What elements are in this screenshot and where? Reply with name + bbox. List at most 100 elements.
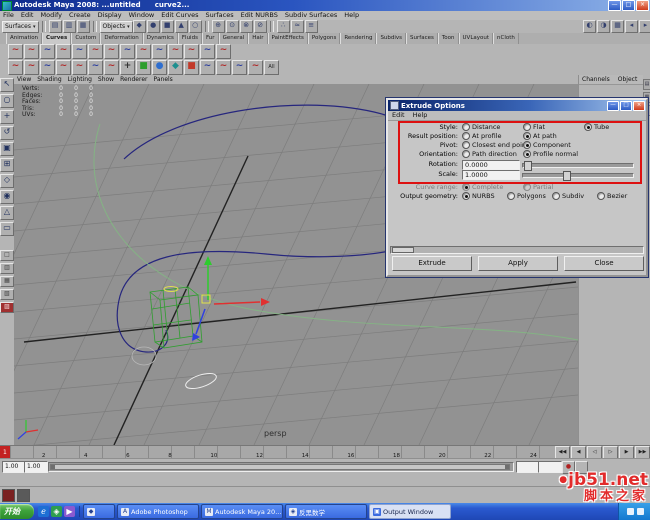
shelf-curve-icon[interactable]: ∼ (8, 44, 23, 59)
radio-icon[interactable] (523, 141, 531, 149)
layout-shortcut-icon[interactable]: ▦ (0, 276, 14, 287)
tool-icon[interactable]: ⊞ (0, 158, 14, 172)
scale-slider[interactable] (522, 171, 634, 181)
shelf-tab[interactable]: Custom (71, 33, 101, 44)
dialog-scrollbar[interactable] (390, 246, 644, 254)
shelf-curve-icon[interactable]: ∼ (216, 44, 231, 59)
sidebar-toggle-icon[interactable]: ▸ (639, 20, 650, 33)
panel-menu-item[interactable]: View (17, 75, 31, 84)
shelf-tool-icon[interactable]: ∼ (200, 59, 215, 75)
radio-option[interactable]: NURBS (462, 192, 507, 202)
quick-launch-icon[interactable]: e (38, 506, 49, 517)
shelf-curve-icon[interactable]: ∼ (40, 44, 55, 59)
snap-icon[interactable]: ⊗ (239, 20, 253, 33)
tray-icon[interactable] (637, 508, 644, 515)
close-button[interactable]: Close (564, 256, 644, 271)
playback-start-field[interactable]: 1.00 (2, 461, 26, 473)
tool-icon[interactable]: ○ (0, 94, 14, 108)
radio-option[interactable]: Profile normal (523, 150, 584, 160)
panel-menu-item[interactable]: Renderer (120, 75, 147, 84)
menu-item[interactable]: Edit (21, 11, 34, 20)
script-editor-icon[interactable] (2, 489, 15, 502)
selection-mask-icon[interactable]: ◆ (132, 20, 146, 33)
shelf-curve-icon[interactable]: ∼ (88, 44, 103, 59)
radio-icon[interactable] (462, 132, 470, 140)
menu-item[interactable]: Create (69, 11, 91, 20)
dialog-minimize-icon[interactable]: — (607, 100, 619, 111)
shelf-curve-icon[interactable]: ∼ (56, 44, 71, 59)
rotation-field[interactable]: 0.0000 (462, 160, 520, 170)
rotation-slider[interactable] (522, 161, 634, 171)
shelf-tool-icon[interactable]: ■ (184, 59, 199, 75)
file-toolbar-icon[interactable]: ▦ (76, 20, 90, 33)
shelf-tab[interactable]: UVLayout (458, 33, 494, 44)
scale-field[interactable]: 1.0000 (462, 170, 520, 180)
snap-icon[interactable]: ⊕ (211, 20, 225, 33)
file-toolbar-icon[interactable]: ▥ (62, 20, 76, 33)
radio-icon[interactable] (462, 123, 470, 131)
dialog-close-icon[interactable]: × (633, 100, 645, 111)
shelf-tool-icon[interactable]: ∼ (232, 59, 247, 75)
selection-mask-icon[interactable]: ● (146, 20, 160, 33)
render-icon[interactable]: ◐ (583, 20, 596, 33)
start-button[interactable]: 开始 (0, 504, 34, 519)
selection-mask-icon[interactable]: ■ (160, 20, 174, 33)
slider-handle[interactable] (563, 171, 571, 181)
radio-icon[interactable] (552, 192, 560, 200)
shelf-curve-icon[interactable]: ∼ (168, 44, 183, 59)
tool-icon[interactable]: ▭ (0, 222, 14, 236)
shelf-curve-icon[interactable]: ∼ (200, 44, 215, 59)
shelf-tool-icon[interactable]: All (264, 59, 279, 75)
tray-icon[interactable] (627, 508, 634, 515)
tool-icon[interactable]: △ (0, 206, 14, 220)
radio-icon[interactable] (523, 123, 531, 131)
shelf-tool-icon[interactable]: ∼ (216, 59, 231, 75)
shelf-tab[interactable]: Fluids (177, 33, 202, 44)
radio-icon[interactable] (597, 192, 605, 200)
dialog-titlebar[interactable]: Extrude Options — □ × (388, 100, 646, 111)
shelf-tool-icon[interactable]: ∼ (56, 59, 71, 75)
radio-icon[interactable] (523, 150, 531, 158)
shelf-tool-icon[interactable]: ∼ (72, 59, 87, 75)
shelf-tab[interactable]: Dynamics (142, 33, 178, 44)
sidebar-toggle-icon[interactable]: ◂ (625, 20, 638, 33)
menu-item[interactable]: Modify (40, 11, 62, 20)
menu-item[interactable]: File (3, 11, 14, 20)
anim-start-field[interactable]: 1.00 (24, 461, 48, 473)
selection-mask-icon[interactable]: ○ (188, 20, 202, 33)
shelf-tab[interactable]: Hair (248, 33, 268, 44)
close-icon[interactable]: × (636, 0, 649, 11)
render-icon[interactable]: ◑ (597, 20, 610, 33)
shelf-curve-icon[interactable]: ∼ (24, 44, 39, 59)
shelf-tab[interactable]: Deformation (100, 33, 143, 44)
shelf-curve-icon[interactable]: ∼ (72, 44, 87, 59)
quick-launch-icon[interactable]: ▶ (64, 506, 75, 517)
shelf-tool-icon[interactable]: ∼ (40, 59, 55, 75)
radio-icon[interactable] (523, 183, 531, 191)
render-icon[interactable]: ▦ (611, 20, 624, 33)
extrude-button[interactable]: Extrude (392, 256, 472, 271)
radio-option[interactable]: Subdiv (552, 192, 597, 202)
snap-icon[interactable]: ⊘ (253, 20, 267, 33)
history-icon[interactable]: ≡ (304, 20, 318, 33)
shelf-curve-icon[interactable]: ∼ (184, 44, 199, 59)
shelf-curve-icon[interactable]: ∼ (136, 44, 151, 59)
dialog-maximize-icon[interactable]: □ (620, 100, 632, 111)
menu-item[interactable]: Edit Curves (161, 11, 198, 20)
shelf-tab[interactable]: nCloth (493, 33, 519, 44)
menu-item[interactable]: Help (344, 11, 359, 20)
tool-icon[interactable]: ▣ (0, 142, 14, 156)
file-toolbar-icon[interactable]: ▤ (48, 20, 62, 33)
shelf-tool-icon[interactable]: ● (152, 59, 167, 75)
shelf-tool-icon[interactable]: ∼ (88, 59, 103, 75)
panel-menu-item[interactable]: Lighting (68, 75, 92, 84)
range-handle[interactable] (50, 464, 510, 470)
quick-launch-icon[interactable]: ◈ (51, 506, 62, 517)
radio-option[interactable]: Polygons (507, 192, 552, 202)
shelf-tab[interactable]: Polygons (307, 33, 341, 44)
menu-set-dropdown[interactable]: Surfaces ▾ (2, 20, 39, 33)
radio-icon[interactable] (462, 150, 470, 158)
shelf-tool-icon[interactable]: + (120, 59, 135, 75)
shelf-tab[interactable]: Animation (6, 33, 43, 44)
shelf-tool-icon[interactable]: ∼ (104, 59, 119, 75)
